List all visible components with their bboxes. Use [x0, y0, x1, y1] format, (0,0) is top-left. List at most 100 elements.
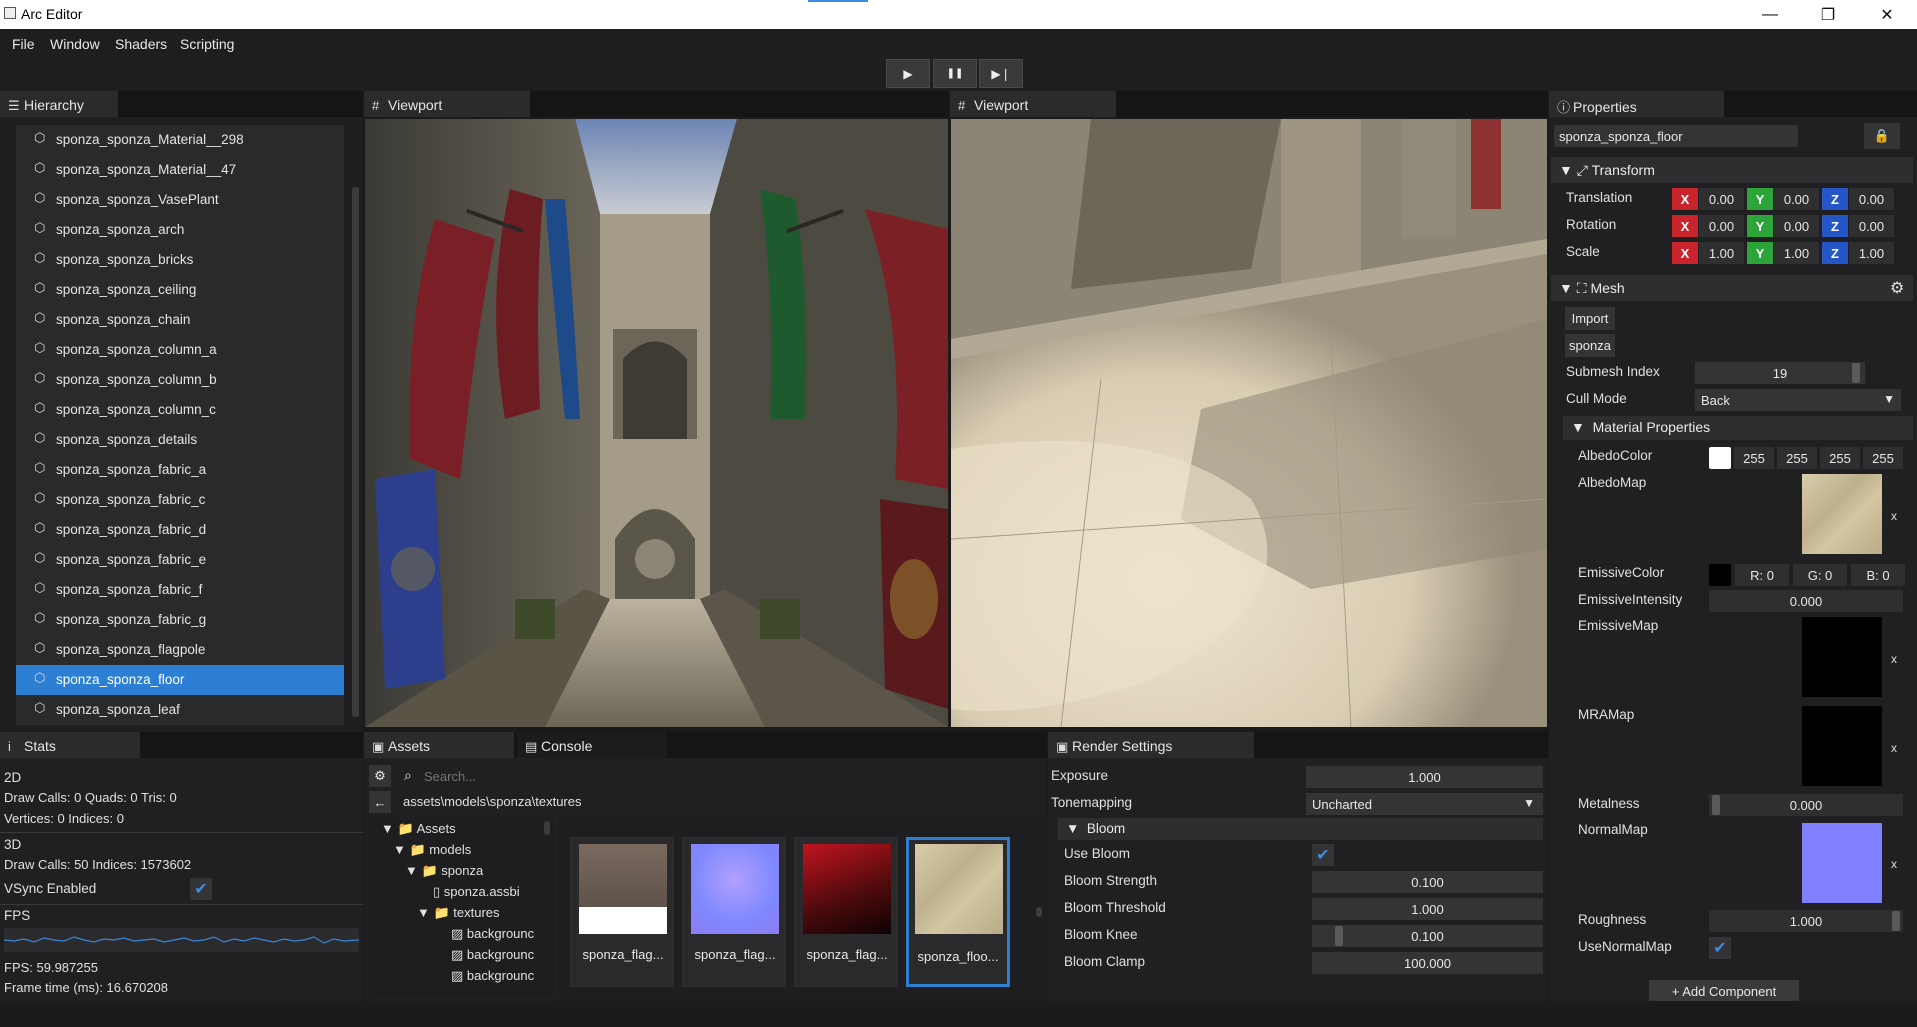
- metalness-slider[interactable]: 0.000: [1709, 794, 1903, 816]
- material-header[interactable]: ▼ Material Properties: [1563, 416, 1913, 440]
- bloom-header[interactable]: ▼ Bloom: [1058, 818, 1543, 840]
- bloom-knee-slider-handle[interactable]: [1335, 926, 1343, 946]
- vsync-checkbox[interactable]: ✔: [190, 878, 212, 900]
- gear-icon[interactable]: ⚙: [1890, 278, 1904, 298]
- rotation-x-field[interactable]: 0.00: [1699, 215, 1744, 237]
- tab-assets[interactable]: ▣ Assets: [364, 732, 514, 758]
- rotation-axis-z[interactable]: Z: [1822, 215, 1848, 237]
- translation-axis-y[interactable]: Y: [1747, 188, 1773, 210]
- translation-x-field[interactable]: 0.00: [1699, 188, 1744, 210]
- mra-map-thumbnail[interactable]: [1802, 706, 1882, 786]
- hierarchy-item[interactable]: ⬡ sponza_sponza_column_b: [16, 365, 344, 395]
- asset-search-input[interactable]: [424, 765, 1034, 787]
- hierarchy-item[interactable]: ⬡ sponza_sponza_column_a: [16, 335, 344, 365]
- play-button[interactable]: ▶: [886, 59, 930, 88]
- tree-file[interactable]: ▨ backgrounc: [451, 968, 534, 984]
- hierarchy-item[interactable]: ⬡ sponza_sponza_ceiling: [16, 275, 344, 305]
- scale-y-field[interactable]: 1.00: [1774, 242, 1819, 264]
- emissive-map-thumbnail[interactable]: [1802, 617, 1882, 697]
- back-button[interactable]: ←: [369, 791, 391, 813]
- asset-tree-scrollbar[interactable]: [544, 821, 550, 835]
- tab-console[interactable]: ▤ Console: [517, 732, 667, 758]
- bloom-threshold-field[interactable]: 1.000: [1312, 898, 1543, 920]
- hierarchy-item[interactable]: ⬡ sponza_sponza_details: [16, 425, 344, 455]
- minimize-button[interactable]: —: [1741, 0, 1799, 29]
- tree-assets[interactable]: ▼ 📁 Assets: [381, 821, 456, 837]
- hierarchy-item[interactable]: ⬡ sponza_sponza_arch: [16, 215, 344, 245]
- exposure-field[interactable]: 1.000: [1306, 766, 1543, 788]
- emissive-color-swatch[interactable]: [1709, 564, 1731, 586]
- emissive-b[interactable]: B: 0: [1851, 564, 1905, 586]
- albedo-r[interactable]: 255: [1734, 447, 1774, 469]
- tree-textures[interactable]: ▼ 📁 textures: [417, 905, 500, 921]
- roughness-slider-handle[interactable]: [1892, 911, 1900, 931]
- use-bloom-checkbox[interactable]: ✔: [1312, 844, 1334, 866]
- menu-scripting[interactable]: Scripting: [180, 36, 234, 52]
- emissive-r[interactable]: R: 0: [1735, 564, 1789, 586]
- menu-file[interactable]: File: [12, 36, 35, 52]
- tree-file[interactable]: ▨ backgrounc: [451, 947, 534, 963]
- transform-header[interactable]: ▼ ⤢ Transform: [1551, 157, 1913, 183]
- tonemapping-dropdown[interactable]: Uncharted ▼: [1306, 793, 1543, 815]
- scene-render-atrium[interactable]: [365, 119, 948, 727]
- close-button[interactable]: ✕: [1858, 0, 1916, 29]
- hierarchy-item[interactable]: ⬡ sponza_sponza_chain: [16, 305, 344, 335]
- cull-mode-dropdown[interactable]: Back ▼: [1695, 389, 1901, 411]
- rotation-y-field[interactable]: 0.00: [1774, 215, 1819, 237]
- scene-render-floor[interactable]: [951, 119, 1547, 727]
- pause-button[interactable]: ❚❚: [933, 59, 977, 88]
- albedo-g[interactable]: 255: [1777, 447, 1817, 469]
- hierarchy-scrollbar[interactable]: [352, 187, 359, 717]
- hierarchy-item[interactable]: ⬡ sponza_sponza_fabric_a: [16, 455, 344, 485]
- asset-thumbnail[interactable]: sponza_flag...: [570, 837, 674, 987]
- tab-stats[interactable]: i Stats: [0, 732, 140, 758]
- use-normal-map-checkbox[interactable]: ✔: [1709, 937, 1731, 959]
- albedo-b[interactable]: 255: [1820, 447, 1860, 469]
- scale-z-field[interactable]: 1.00: [1849, 242, 1894, 264]
- hierarchy-item[interactable]: ⬡ sponza_sponza_bricks: [16, 245, 344, 275]
- tab-hierarchy[interactable]: ☰ Hierarchy: [0, 91, 118, 117]
- hierarchy-item[interactable]: ⬡ sponza_sponza_fabric_e: [16, 545, 344, 575]
- submesh-slider[interactable]: 19: [1695, 362, 1865, 384]
- entity-name-input[interactable]: sponza_sponza_floor: [1554, 125, 1798, 147]
- normal-map-remove-button[interactable]: x: [1891, 857, 1897, 871]
- mesh-header[interactable]: ▼ ⛶ Mesh: [1551, 275, 1913, 301]
- scale-axis-z[interactable]: Z: [1822, 242, 1848, 264]
- hierarchy-item[interactable]: ⬡ sponza_sponza_flagpole: [16, 635, 344, 665]
- hierarchy-item[interactable]: ⬡ sponza_sponza_fabric_f: [16, 575, 344, 605]
- bloom-clamp-field[interactable]: 100.000: [1312, 952, 1543, 974]
- tab-viewport-right[interactable]: # Viewport: [950, 91, 1116, 117]
- emissive-map-remove-button[interactable]: x: [1891, 652, 1897, 666]
- hierarchy-item[interactable]: ⬡ sponza_sponza_floor: [16, 665, 344, 695]
- scale-axis-x[interactable]: X: [1672, 242, 1698, 264]
- tab-viewport-left[interactable]: # Viewport: [364, 91, 530, 117]
- rotation-axis-y[interactable]: Y: [1747, 215, 1773, 237]
- lock-icon[interactable]: 🔒: [1864, 123, 1900, 149]
- albedo-color-swatch[interactable]: [1709, 447, 1731, 469]
- submesh-slider-handle[interactable]: [1852, 363, 1860, 383]
- albedo-a[interactable]: 255: [1863, 447, 1903, 469]
- emissive-intensity-field[interactable]: 0.000: [1709, 590, 1903, 612]
- mra-map-remove-button[interactable]: x: [1891, 741, 1897, 755]
- hierarchy-item[interactable]: ⬡ sponza_sponza_Material__298: [16, 125, 344, 155]
- hierarchy-item[interactable]: ⬡ sponza_sponza_leaf: [16, 695, 344, 725]
- tab-render-settings[interactable]: ▣ Render Settings: [1048, 732, 1254, 758]
- metalness-slider-handle[interactable]: [1712, 795, 1720, 815]
- tab-properties[interactable]: ⓘ Properties: [1549, 91, 1724, 117]
- bloom-knee-slider[interactable]: 0.100: [1312, 925, 1543, 947]
- roughness-slider[interactable]: 1.000: [1709, 910, 1903, 932]
- hierarchy-item[interactable]: ⬡ sponza_sponza_fabric_d: [16, 515, 344, 545]
- hierarchy-item[interactable]: ⬡ sponza_sponza_fabric_c: [16, 485, 344, 515]
- albedo-map-thumbnail[interactable]: [1802, 474, 1882, 554]
- rotation-axis-x[interactable]: X: [1672, 215, 1698, 237]
- translation-axis-z[interactable]: Z: [1822, 188, 1848, 210]
- menu-shaders[interactable]: Shaders: [115, 36, 167, 52]
- hierarchy-item[interactable]: ⬡ sponza_sponza_fabric_g: [16, 605, 344, 635]
- tree-sponza-assbin[interactable]: ▯ sponza.assbi: [433, 884, 520, 900]
- menu-window[interactable]: Window: [50, 36, 100, 52]
- step-button[interactable]: ▶❘: [979, 59, 1023, 88]
- import-button[interactable]: Import: [1565, 307, 1615, 330]
- maximize-button[interactable]: ❐: [1799, 0, 1857, 29]
- normal-map-thumbnail[interactable]: [1802, 823, 1882, 903]
- rotation-z-field[interactable]: 0.00: [1849, 215, 1894, 237]
